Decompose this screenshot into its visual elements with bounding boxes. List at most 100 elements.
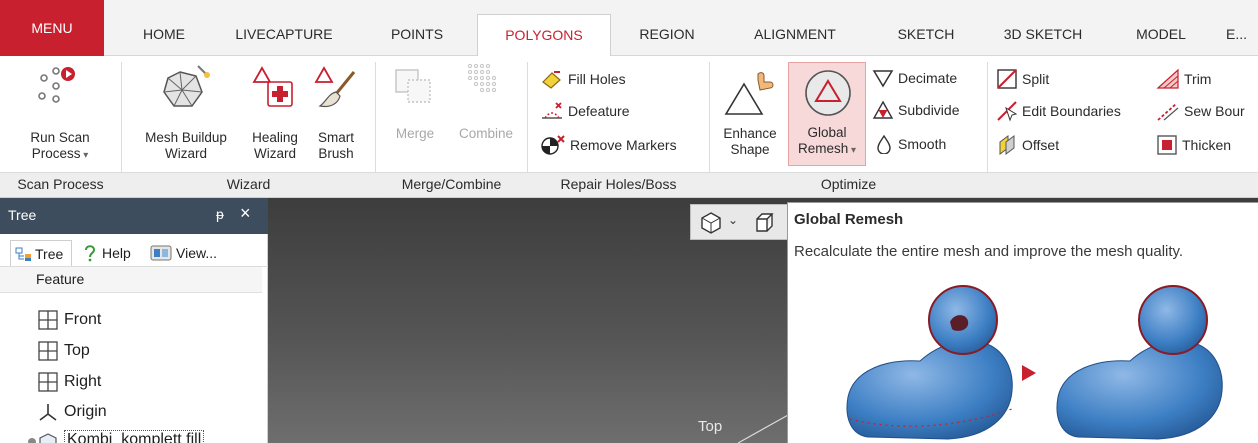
edit-boundaries-button[interactable]: Edit Boundaries [996, 100, 1121, 122]
combine-label: Combine [458, 126, 514, 141]
decimate-button[interactable]: Decimate [872, 68, 957, 88]
thicken-button[interactable]: Thicken [1156, 134, 1231, 156]
close-icon[interactable]: × [240, 203, 251, 224]
defeature-icon [542, 102, 562, 119]
remove-markers-button[interactable]: Remove Markers [540, 134, 677, 156]
plane-icon [38, 372, 58, 392]
trim-button[interactable]: Trim [1156, 68, 1211, 90]
enhance-shape-icon [724, 72, 774, 115]
split-icon [997, 69, 1017, 89]
fill-holes-button[interactable]: Fill Holes [540, 68, 626, 90]
view-icon [150, 245, 172, 261]
view-cube-icon[interactable] [753, 211, 777, 235]
merge-label: Merge [395, 126, 435, 141]
mesh-view-icon[interactable] [699, 211, 723, 235]
panel-title: Tree [8, 207, 37, 223]
tab-home[interactable]: HOME [134, 14, 194, 56]
group-label-scan-process: Scan Process [17, 176, 104, 192]
tree-item-right[interactable]: Right [38, 372, 101, 392]
sew-boundary-icon [1157, 103, 1179, 121]
remove-markers-icon [541, 135, 565, 155]
smooth-icon [877, 134, 891, 154]
chevron-down-icon[interactable]: ⌄ [728, 213, 738, 227]
run-scan-label-1: Run Scan [30, 130, 90, 145]
tab-overflow[interactable]: E... [1226, 14, 1258, 56]
view-toolbar: ⌄ [690, 204, 790, 240]
subdivide-button[interactable]: Subdivide [872, 100, 960, 120]
merge-icon [395, 69, 431, 103]
healing-wizard-label-2: Wizard [253, 146, 296, 161]
tooltip-title: Global Remesh [794, 211, 904, 228]
healing-wizard-icon [252, 66, 293, 107]
tab-model[interactable]: MODEL [1126, 14, 1196, 56]
view-orientation-label: Top [698, 418, 723, 435]
smart-brush-label-1: Smart [317, 130, 354, 145]
group-label-wizard: Wizard [226, 176, 271, 192]
tab-polygons[interactable]: POLYGONS [477, 14, 611, 57]
enhance-shape-label-1: Enhance [723, 126, 777, 141]
smooth-button[interactable]: Smooth [874, 134, 946, 154]
global-remesh-label-2: Remesh ▾ [797, 141, 857, 156]
help-icon [85, 245, 96, 262]
tree-item-front[interactable]: Front [38, 310, 101, 330]
thicken-icon [1157, 135, 1177, 155]
tab-tree[interactable]: Tree [10, 240, 72, 266]
defeature-button[interactable]: Defeature [540, 100, 629, 122]
trim-icon [1156, 68, 1179, 89]
group-label-optimize: Optimize [820, 176, 877, 192]
remesh-illustration [846, 285, 1223, 440]
sew-boundary-button[interactable]: Sew Bour [1156, 100, 1245, 122]
tab-menu[interactable]: MENU [0, 0, 104, 56]
merge-button[interactable]: Merge [380, 60, 450, 170]
enhance-shape-label-2: Shape [730, 142, 770, 157]
pin-icon[interactable]: ᵽ [216, 206, 224, 222]
ribbon-group-labels: Scan Process Wizard Merge/Combine Repair… [0, 172, 1258, 198]
view-axis-line [738, 413, 790, 443]
plane-icon [38, 310, 58, 330]
feature-header: Feature [0, 267, 262, 293]
global-remesh-button[interactable]: Global Remesh ▾ [788, 62, 866, 166]
split-button[interactable]: Split [996, 68, 1049, 90]
feature-header-label: Feature [36, 271, 85, 287]
offset-button[interactable]: Offset [996, 134, 1059, 156]
smart-brush-icon [314, 66, 356, 108]
tab-help[interactable]: Help [82, 240, 131, 266]
plane-icon [38, 341, 58, 361]
tab-alignment[interactable]: ALIGNMENT [740, 14, 850, 56]
edit-boundaries-icon [997, 101, 1018, 122]
global-remesh-label-1: Global [807, 125, 847, 140]
tree-item-origin[interactable]: Origin [38, 402, 107, 422]
healing-wizard-button[interactable]: Healing Wizard [244, 60, 306, 170]
mesh-buildup-label-2: Wizard [164, 146, 207, 161]
smart-brush-button[interactable]: Smart Brush [306, 60, 366, 170]
tab-3d-sketch[interactable]: 3D SKETCH [995, 14, 1091, 56]
mesh-buildup-label-1: Mesh Buildup [145, 130, 227, 145]
tab-sketch[interactable]: SKETCH [884, 14, 968, 56]
tree-item-top[interactable]: Top [38, 341, 90, 361]
tree-panel-header: Tree ᵽ × [0, 198, 268, 234]
origin-axis-icon [39, 404, 57, 421]
mesh-body-icon [28, 433, 57, 443]
global-remesh-icon [805, 70, 851, 116]
fill-holes-icon [542, 71, 561, 89]
decimate-icon [872, 70, 894, 88]
tooltip-description: Recalculate the entire mesh and improve … [794, 243, 1184, 260]
mesh-buildup-icon [163, 65, 210, 107]
tree-item-mesh[interactable]: Kombi_komplett fill [26, 430, 205, 443]
tab-view[interactable]: View... [150, 240, 217, 266]
tab-livecapture[interactable]: LIVECAPTURE [222, 14, 346, 56]
arrow-right-icon [1022, 365, 1036, 381]
run-scan-process-button[interactable]: Run Scan Process ▾ [4, 60, 116, 170]
tab-points[interactable]: POINTS [378, 14, 456, 56]
combine-icon [467, 63, 497, 93]
healing-wizard-label-1: Healing [252, 130, 298, 145]
enhance-shape-button[interactable]: Enhance Shape [716, 60, 784, 170]
ribbon-tab-bar: MENU HOME LIVECAPTURE POINTS POLYGONS RE… [0, 0, 1258, 57]
tree-panel: Tree Help View... Feature Front Top Righ… [0, 234, 268, 443]
offset-icon [999, 135, 1015, 155]
mesh-buildup-wizard-button[interactable]: Mesh Buildup Wizard [128, 60, 244, 170]
scan-process-icon [38, 67, 75, 103]
subdivide-icon [872, 100, 894, 119]
tab-region[interactable]: REGION [624, 14, 710, 56]
combine-button[interactable]: Combine [450, 60, 522, 170]
